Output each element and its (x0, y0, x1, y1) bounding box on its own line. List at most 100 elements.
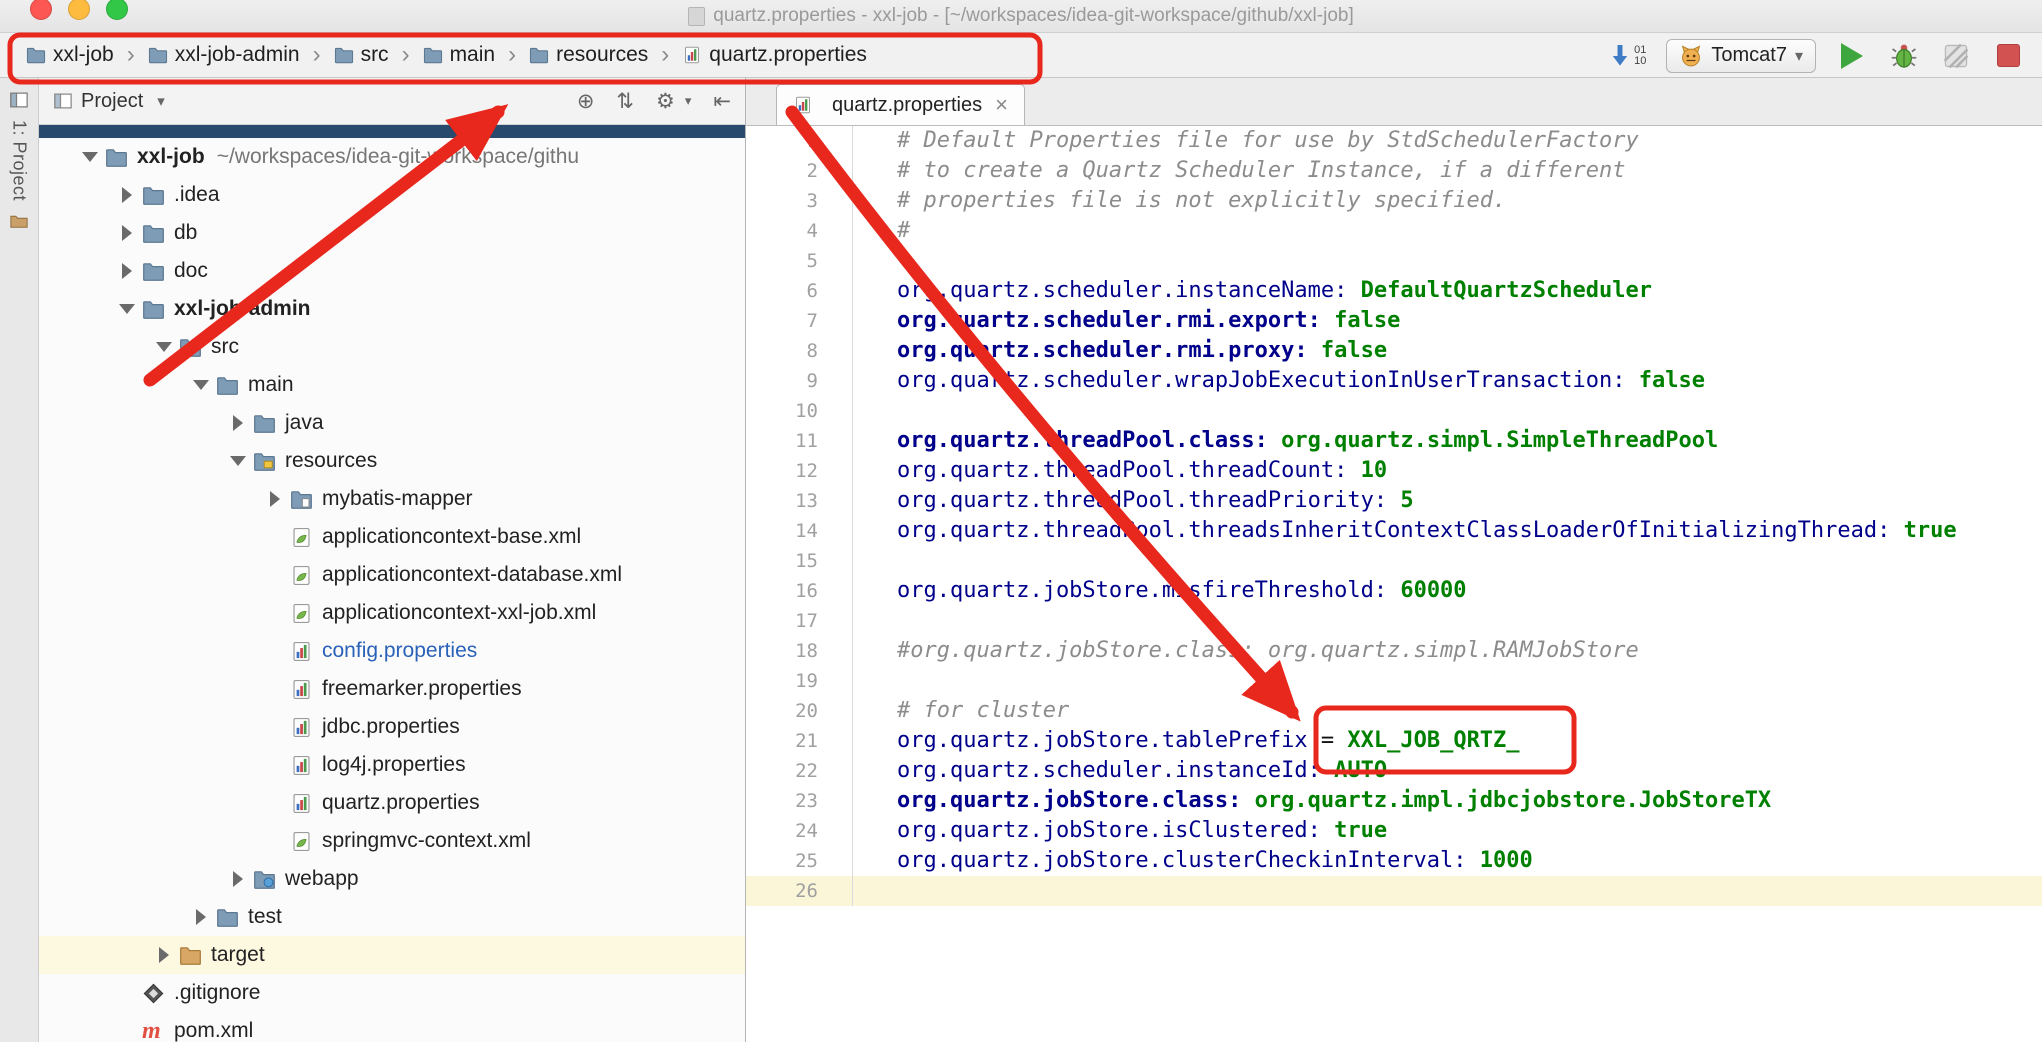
project-view-dropdown-icon[interactable]: ▾ (157, 92, 165, 110)
editor-line-15[interactable]: 15 (746, 546, 2042, 576)
breadcrumb-item-main[interactable]: main (419, 41, 500, 69)
editor-line-18[interactable]: 18#org.quartz.jobStore.class: org.quartz… (746, 636, 2042, 666)
breadcrumb-item-src[interactable]: src (330, 41, 393, 69)
chevron-collapsed-icon[interactable] (112, 225, 142, 241)
editor-line-11[interactable]: 11org.quartz.threadPool.class: org.quart… (746, 426, 2042, 456)
code-text: # properties file is not explicitly spec… (853, 186, 1506, 216)
breadcrumb-separator-icon: › (313, 41, 321, 69)
coverage-button[interactable] (1940, 40, 1972, 72)
tree-node-quartz-properties[interactable]: quartz.properties (39, 784, 745, 822)
tree-node-webapp[interactable]: webapp (39, 860, 745, 898)
editor-line-17[interactable]: 17 (746, 606, 2042, 636)
tab-quartz-properties[interactable]: quartz.properties × (776, 84, 1025, 125)
editor-line-9[interactable]: 9org.quartz.scheduler.wrapJobExecutionIn… (746, 366, 2042, 396)
tree-node-path-suffix: ~/workspaces/idea-git-workspace/githu (217, 145, 579, 169)
editor-line-21[interactable]: 21org.quartz.jobStore.tablePrefix = XXL_… (746, 726, 2042, 756)
editor-line-4[interactable]: 4# (746, 216, 2042, 246)
close-tab-icon[interactable]: × (995, 92, 1008, 118)
breadcrumb-item-quartz-properties[interactable]: quartz.properties (678, 41, 871, 69)
tree-node-xxl-job-admin[interactable]: xxl-job-admin (39, 290, 745, 328)
tree-node-doc[interactable]: doc (39, 252, 745, 290)
tree-node-mybatis-mapper[interactable]: mybatis-mapper (39, 480, 745, 518)
tree-node-resources[interactable]: resources (39, 442, 745, 480)
breadcrumb-item-xxl-job[interactable]: xxl-job (22, 41, 118, 69)
chevron-collapsed-icon[interactable] (149, 947, 179, 963)
editor-line-20[interactable]: 20# for cluster (746, 696, 2042, 726)
editor-line-14[interactable]: 14org.quartz.threadPool.threadsInheritCo… (746, 516, 2042, 546)
tree-node-db[interactable]: db (39, 214, 745, 252)
tree-node-main[interactable]: main (39, 366, 745, 404)
tree-node-pom-xml[interactable]: mpom.xml (39, 1012, 745, 1042)
tree-node--idea[interactable]: .idea (39, 176, 745, 214)
editor-line-13[interactable]: 13org.quartz.threadPool.threadPriority: … (746, 486, 2042, 516)
tree-node-applicationcontext-xxl-job-xml[interactable]: applicationcontext-xxl-job.xml (39, 594, 745, 632)
editor-body[interactable]: 1# Default Properties file for use by St… (746, 126, 2042, 1042)
chevron-expanded-icon[interactable] (149, 342, 179, 352)
line-number: 12 (746, 456, 853, 486)
chevron-collapsed-icon[interactable] (223, 415, 253, 431)
folder-icon (105, 146, 135, 169)
tree-node-jdbc-properties[interactable]: jdbc.properties (39, 708, 745, 746)
code-text: # for cluster (853, 696, 1069, 726)
editor-line-24[interactable]: 24org.quartz.jobStore.isClustered: true (746, 816, 2042, 846)
editor-line-1[interactable]: 1# Default Properties file for use by St… (746, 126, 2042, 156)
project-stripe-button[interactable]: 1: Project (9, 120, 30, 201)
chevron-collapsed-icon[interactable] (223, 871, 253, 887)
tree-scrolled-selection (39, 125, 745, 138)
zoom-window-button[interactable] (106, 0, 128, 20)
editor-line-5[interactable]: 5 (746, 246, 2042, 276)
run-configuration-select[interactable]: Tomcat7 ▾ (1666, 39, 1816, 73)
chevron-collapsed-icon[interactable] (260, 491, 290, 507)
tree-node-target[interactable]: target (39, 936, 745, 974)
editor-line-3[interactable]: 3# properties file is not explicitly spe… (746, 186, 2042, 216)
tree-node-springmvc-context-xml[interactable]: springmvc-context.xml (39, 822, 745, 860)
chevron-expanded-icon[interactable] (223, 456, 253, 466)
tree-node-freemarker-properties[interactable]: freemarker.properties (39, 670, 745, 708)
editor-line-12[interactable]: 12org.quartz.threadPool.threadCount: 10 (746, 456, 2042, 486)
tree-node-xxl-job[interactable]: xxl-job~/workspaces/idea-git-workspace/g… (39, 138, 745, 176)
editor-line-16[interactable]: 16org.quartz.jobStore.misfireThreshold: … (746, 576, 2042, 606)
folder-resources-icon (253, 450, 283, 473)
locate-file-button[interactable]: ⊕ (577, 91, 595, 112)
tree-node-java[interactable]: java (39, 404, 745, 442)
editor-line-6[interactable]: 6org.quartz.scheduler.instanceName: Defa… (746, 276, 2042, 306)
breadcrumb-item-xxl-job-admin[interactable]: xxl-job-admin (144, 41, 304, 69)
editor-line-23[interactable]: 23org.quartz.jobStore.class: org.quartz.… (746, 786, 2042, 816)
run-button[interactable] (1836, 40, 1868, 72)
breadcrumb-item-resources[interactable]: resources (525, 41, 652, 69)
stop-button[interactable] (1992, 40, 2024, 72)
xml-spring-icon (290, 564, 320, 587)
tree-node-src[interactable]: src (39, 328, 745, 366)
tree-node-log4j-properties[interactable]: log4j.properties (39, 746, 745, 784)
collapse-all-button[interactable]: ⇅ (616, 91, 634, 112)
chevron-collapsed-icon[interactable] (112, 263, 142, 279)
editor-line-7[interactable]: 7org.quartz.scheduler.rmi.export: false (746, 306, 2042, 336)
debug-button[interactable] (1888, 40, 1920, 72)
settings-gear-button[interactable]: ⚙ (656, 91, 675, 112)
chevron-expanded-icon[interactable] (75, 152, 105, 162)
chevron-expanded-icon[interactable] (112, 304, 142, 314)
editor-line-10[interactable]: 10 (746, 396, 2042, 426)
xml-spring-icon (290, 602, 320, 625)
editor-line-26[interactable]: 26 (746, 876, 2042, 906)
chevron-collapsed-icon[interactable] (112, 187, 142, 203)
favorites-stripe-icon[interactable] (9, 211, 29, 231)
tree-node-test[interactable]: test (39, 898, 745, 936)
chevron-collapsed-icon[interactable] (186, 909, 216, 925)
vcs-update-widget[interactable]: 01 10 (1609, 43, 1646, 69)
editor-line-22[interactable]: 22org.quartz.scheduler.instanceId: AUTO (746, 756, 2042, 786)
chevron-expanded-icon[interactable] (186, 380, 216, 390)
tree-node-applicationcontext-database-xml[interactable]: applicationcontext-database.xml (39, 556, 745, 594)
tree-node-label: src (211, 335, 239, 359)
minimize-window-button[interactable] (68, 0, 90, 20)
editor-line-19[interactable]: 19 (746, 666, 2042, 696)
maven-icon: m (142, 1020, 172, 1042)
close-window-button[interactable] (30, 0, 52, 20)
editor-line-8[interactable]: 8org.quartz.scheduler.rmi.proxy: false (746, 336, 2042, 366)
editor-line-2[interactable]: 2# to create a Quartz Scheduler Instance… (746, 156, 2042, 186)
editor-line-25[interactable]: 25org.quartz.jobStore.clusterCheckinInte… (746, 846, 2042, 876)
tree-node-applicationcontext-base-xml[interactable]: applicationcontext-base.xml (39, 518, 745, 556)
tree-node--gitignore[interactable]: .gitignore (39, 974, 745, 1012)
hide-panel-button[interactable]: ⇤ (713, 91, 731, 112)
tree-node-config-properties[interactable]: config.properties (39, 632, 745, 670)
